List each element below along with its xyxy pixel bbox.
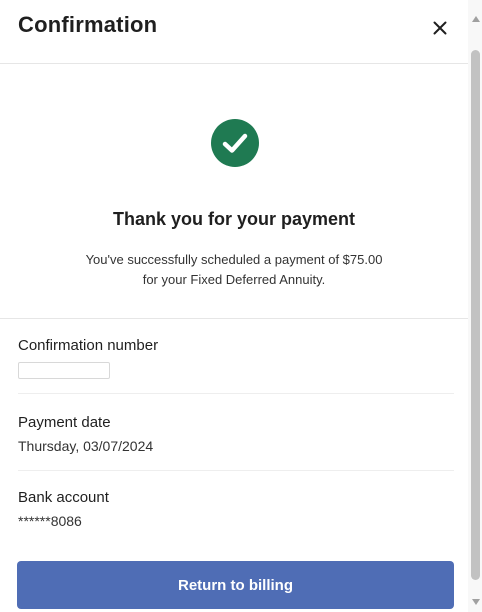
payment-date-label: Payment date [18,414,111,431]
confirmation-number-label: Confirmation number [18,337,159,354]
success-message-line1: You've successfully scheduled a payment … [85,252,383,267]
divider [0,318,468,319]
redacted-value [18,361,110,379]
success-message: You've successfully scheduled a payment … [40,250,428,290]
check-circle-icon [211,119,259,167]
success-badge [211,119,259,167]
confirmation-number-field: Confirmation number [18,336,454,379]
confirmation-number-value [18,359,454,379]
success-message-line2: for your Fixed Deferred Annuity. [142,272,326,287]
divider [18,393,454,394]
payment-date-field: Payment date Thursday, 03/07/2024 [18,413,454,456]
scrollbar-thumb[interactable] [471,50,480,580]
dialog-header: Confirmation [0,0,468,64]
caret-up-icon [471,15,480,22]
scroll-down-arrow[interactable] [471,597,480,606]
divider [18,470,454,471]
close-icon [433,21,447,35]
scroll-up-arrow[interactable] [471,14,480,23]
close-button[interactable] [428,16,452,40]
payment-date-value: Thursday, 03/07/2024 [18,438,154,454]
confirmation-dialog: Confirmation Thank you for your payment … [0,0,482,612]
bank-account-value: ******8086 [18,513,82,529]
dialog-title: Confirmation [18,12,158,37]
return-to-billing-button[interactable]: Return to billing [17,561,454,609]
scrollbar[interactable] [468,0,482,612]
success-heading: Thank you for your payment [112,209,356,229]
bank-account-field: Bank account ******8086 [18,488,454,531]
bank-account-label: Bank account [18,489,109,506]
caret-down-icon [471,598,480,605]
